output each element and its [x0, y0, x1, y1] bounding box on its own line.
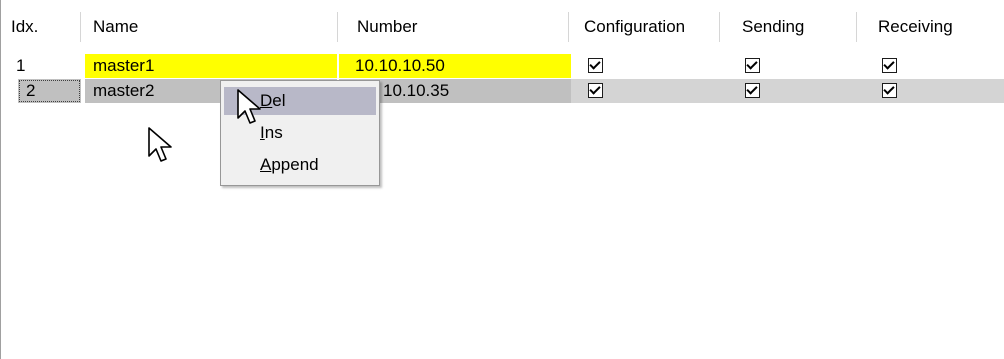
table-row[interactable]: 2 master2 10.10.35: [1, 79, 1004, 103]
data-grid[interactable]: Idx. Name Number Configuration Sending R…: [0, 0, 1004, 359]
menu-mnemonic: A: [260, 155, 272, 174]
table-header: Idx. Name Number Configuration Sending R…: [1, 0, 1004, 54]
row-selection-fill: [571, 79, 1004, 103]
sending-checkbox[interactable]: [745, 58, 760, 73]
sending-checkbox[interactable]: [745, 83, 760, 98]
receiving-checkbox[interactable]: [882, 58, 897, 73]
idx-cell[interactable]: 1: [1, 54, 81, 78]
menu-item-label: ns: [264, 123, 283, 142]
column-header-configuration[interactable]: Configuration: [569, 0, 719, 54]
menu-item-label: el: [272, 91, 286, 110]
configuration-checkbox[interactable]: [588, 58, 603, 73]
receiving-checkbox[interactable]: [882, 83, 897, 98]
column-header-idx[interactable]: Idx.: [1, 0, 76, 54]
idx-cell[interactable]: 2: [18, 79, 81, 103]
column-header-receiving[interactable]: Receiving: [857, 0, 1004, 54]
number-cell[interactable]: 10.10.10.50: [339, 54, 571, 78]
configuration-checkbox[interactable]: [588, 83, 603, 98]
name-cell[interactable]: master1: [85, 54, 337, 78]
mouse-pointer-icon: [237, 89, 261, 124]
menu-item-append[interactable]: Append: [224, 151, 376, 179]
mouse-pointer-icon: [148, 127, 172, 162]
menu-item-label: ppend: [271, 155, 319, 174]
column-header-number[interactable]: Number: [338, 0, 568, 54]
table-row[interactable]: 1 master1 10.10.10.50: [1, 54, 1004, 78]
column-header-name[interactable]: Name: [81, 0, 336, 54]
column-header-sending[interactable]: Sending: [720, 0, 850, 54]
